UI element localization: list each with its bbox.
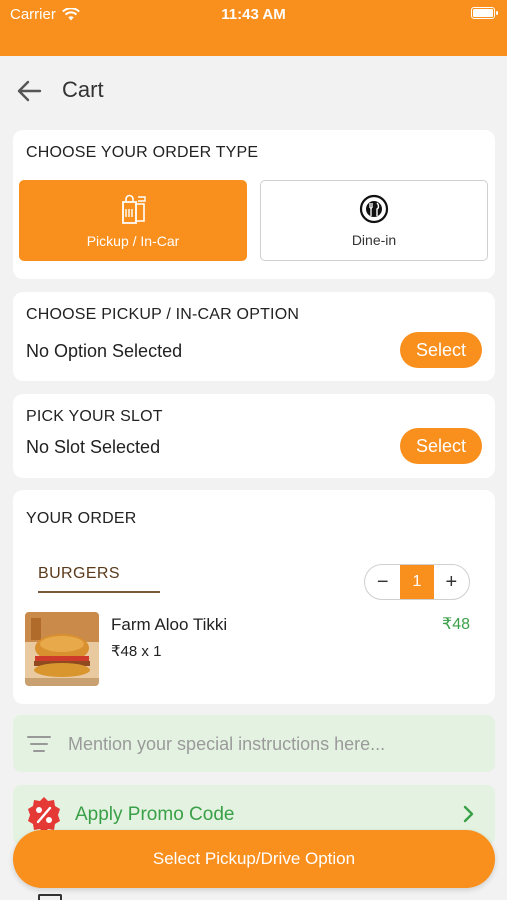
pickup-option-button[interactable]: Pickup / In-Car [19,180,247,261]
decrease-quantity-button[interactable]: − [365,565,400,599]
pickup-option-heading: CHOOSE PICKUP / IN-CAR OPTION [26,306,300,323]
burger-image [25,612,99,686]
back-arrow-icon[interactable] [16,78,42,104]
pickup-option-label: Pickup / In-Car [86,232,180,249]
increase-quantity-button[interactable]: + [434,565,469,599]
notes-lines-icon [27,736,51,752]
slot-card: PICK YOUR SLOT No Slot Selected Select [13,394,495,478]
select-pickup-option-button[interactable]: Select [400,332,482,368]
special-instructions-input[interactable] [68,729,478,759]
pickup-option-card: CHOOSE PICKUP / IN-CAR OPTION No Option … [13,292,495,381]
chevron-right-icon [463,805,474,823]
your-order-heading: YOUR ORDER [26,510,137,527]
discount-badge-icon [28,797,60,833]
dine-in-icon [359,194,389,223]
nav-bar: Cart [0,56,507,126]
battery-icon [471,7,498,19]
quantity-stepper: − 1 + [364,564,470,600]
category-label: BURGERS [38,565,120,582]
select-pickup-drive-option-button[interactable]: Select Pickup/Drive Option [13,830,495,888]
pickup-option-value: No Option Selected [26,341,183,361]
item-total-price: ₹48 [442,616,470,633]
special-instructions-box [13,715,495,772]
slot-value: No Slot Selected [26,437,161,457]
clock: 11:43 AM [221,6,286,23]
apply-promo-code-label: Apply Promo Code [75,804,235,825]
pickup-bag-icon [122,194,146,224]
select-slot-button[interactable]: Select [400,428,482,464]
item-unit-price: ₹48 x 1 [111,643,162,660]
order-type-card: CHOOSE YOUR ORDER TYPE Pickup / In-Car D… [13,130,495,279]
slot-heading: PICK YOUR SLOT [26,408,163,425]
order-type-heading: CHOOSE YOUR ORDER TYPE [26,144,259,161]
quantity-value: 1 [400,565,434,599]
status-bar: Carrier 11:43 AM [0,0,507,56]
item-name: Farm Aloo Tikki [111,615,228,634]
dine-in-option-label: Dine-in [351,231,397,248]
bill-icon [38,894,62,900]
your-order-card: YOUR ORDER BURGERS − 1 + Farm Aloo Tikki… [13,490,495,704]
category-underline [38,591,160,593]
page-title: Cart [62,77,104,102]
dine-in-option-button[interactable]: Dine-in [260,180,488,261]
